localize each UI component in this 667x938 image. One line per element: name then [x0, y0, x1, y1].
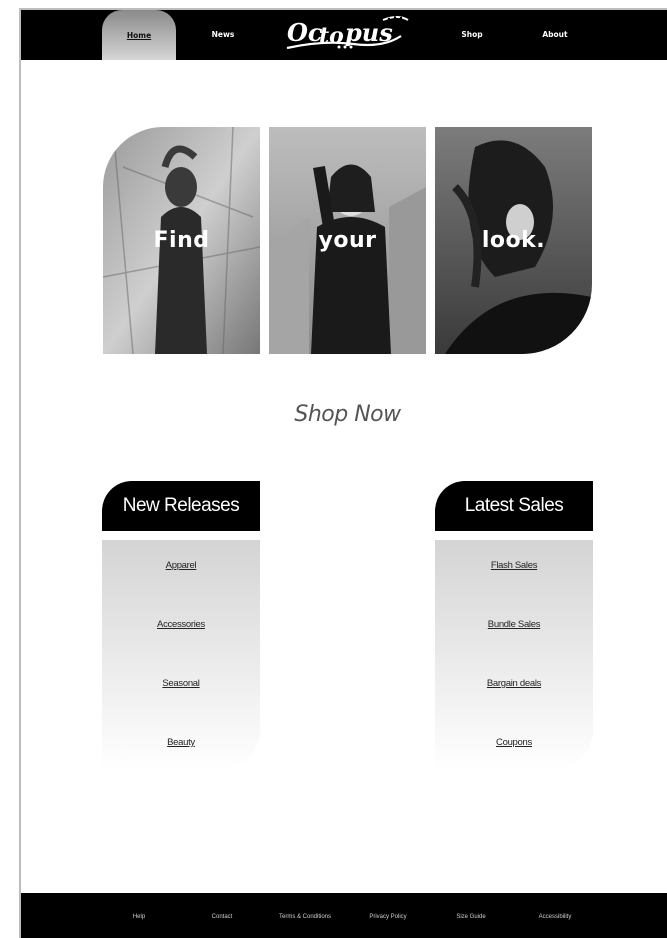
footer-link-contact[interactable]: Contact — [177, 914, 267, 920]
octopus-logo[interactable]: Oc to pus — [283, 14, 413, 54]
new-releases-list: Apparel Accessories Seasonal Beauty — [102, 540, 260, 770]
footer-link-help[interactable]: Help — [94, 914, 184, 920]
nav-home-tab[interactable]: Home — [102, 10, 176, 60]
hero-image-2[interactable]: your — [269, 127, 426, 354]
svg-text:Oc: Oc — [287, 18, 323, 47]
hero-image-1[interactable]: Find — [103, 127, 260, 354]
hero-word-look: look. — [481, 228, 546, 253]
footer-link-privacy[interactable]: Privacy Policy — [343, 914, 433, 920]
hero-word-find: Find — [153, 228, 210, 253]
footer-link-size-guide[interactable]: Size Guide — [426, 914, 516, 920]
footer-link-accessibility[interactable]: Accessibility — [510, 914, 600, 920]
shop-now-link[interactable]: Shop Now — [260, 402, 435, 427]
latest-sales-title: Latest Sales — [435, 481, 593, 531]
latest-sales-item[interactable]: Bundle Sales — [435, 619, 593, 630]
latest-sales-list: Flash Sales Bundle Sales Bargain deals C… — [435, 540, 593, 770]
new-releases-item[interactable]: Beauty — [102, 737, 260, 748]
svg-text:pus: pus — [345, 18, 393, 47]
nav-shop-link[interactable]: Shop — [442, 30, 502, 39]
new-releases-title: New Releases — [102, 481, 260, 531]
new-releases-item[interactable]: Seasonal — [102, 678, 260, 689]
hero-image-3[interactable]: look. — [435, 127, 592, 354]
latest-sales-item[interactable]: Bargain deals — [435, 678, 593, 689]
nav-news-link[interactable]: News — [193, 30, 253, 39]
latest-sales-item[interactable]: Coupons — [435, 737, 593, 748]
latest-sales-item[interactable]: Flash Sales — [435, 560, 593, 571]
new-releases-item[interactable]: Accessories — [102, 619, 260, 630]
footer-link-terms[interactable]: Terms & Conditions — [260, 914, 350, 920]
hero-word-your: your — [318, 228, 377, 253]
svg-text:to: to — [319, 23, 344, 49]
nav-about-link[interactable]: About — [525, 30, 585, 39]
new-releases-item[interactable]: Apparel — [102, 560, 260, 571]
octopus-logo-icon: Oc to pus — [286, 16, 409, 50]
